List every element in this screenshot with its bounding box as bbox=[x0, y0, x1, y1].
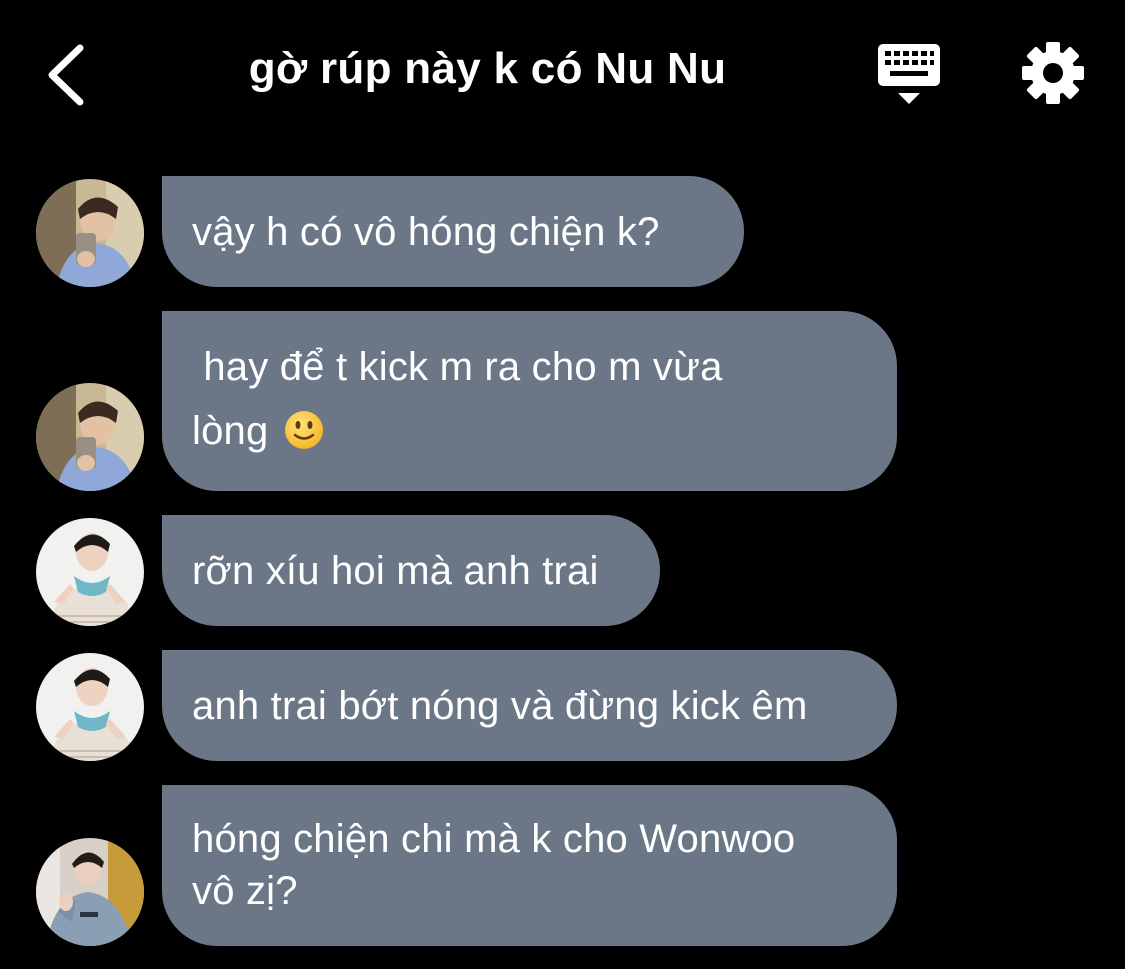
message-text: anh trai bớt nóng và đừng kick êm bbox=[192, 684, 808, 728]
message-bubble[interactable]: hay để t kick m ra cho m vừa lòng bbox=[162, 311, 897, 491]
message-bubble[interactable]: hóng chiện chi mà k cho Wonwoo vô zị? bbox=[162, 785, 897, 946]
message-text: rỡn xíu hoi mà anh trai bbox=[192, 549, 599, 593]
message-bubble[interactable]: anh trai bớt nóng và đừng kick êm bbox=[162, 650, 897, 761]
message-bubble[interactable]: vậy h có vô hóng chiện k? bbox=[162, 176, 744, 287]
avatar-scarf-hands[interactable] bbox=[36, 653, 144, 761]
message-text-line-1: hóng chiện chi mà k cho Wonwoo bbox=[192, 817, 796, 861]
slightly-smiling-face-icon bbox=[284, 411, 323, 450]
avatar-mirror-selfie[interactable] bbox=[36, 179, 144, 287]
message-text: vậy h có vô hóng chiện k? bbox=[192, 210, 660, 254]
avatar-hoodie[interactable] bbox=[36, 838, 144, 946]
avatar-mirror-selfie[interactable] bbox=[36, 383, 144, 491]
avatar-scarf-hands[interactable] bbox=[36, 518, 144, 626]
message-list: vậy h có vô hóng chiện k? hay để t kick … bbox=[0, 0, 1125, 969]
message-text-line-2: vô zị? bbox=[192, 869, 298, 913]
message-text-line-1: hay để t kick m ra cho m vừa bbox=[192, 345, 723, 389]
message-text-line-2: lòng bbox=[192, 409, 269, 453]
message-bubble[interactable]: rỡn xíu hoi mà anh trai bbox=[162, 515, 660, 626]
